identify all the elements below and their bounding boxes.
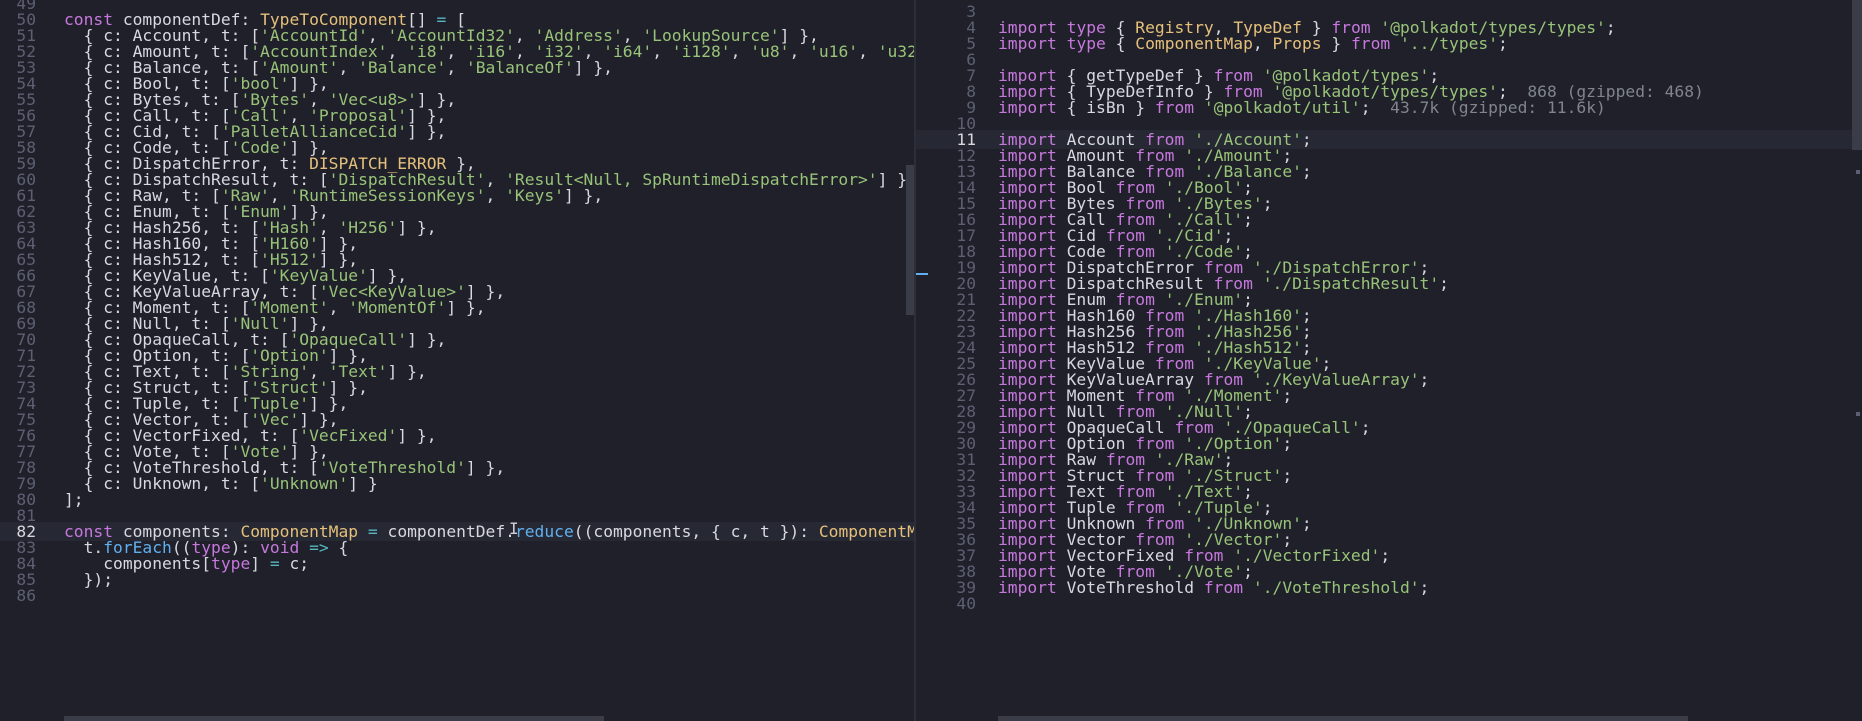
line-number: 40 — [956, 594, 976, 613]
code-line[interactable]: 86 — [0, 586, 914, 605]
overview-ruler-mark — [916, 273, 928, 275]
right-editor-pane[interactable]: 3 4 import type { Registry, TypeDef } from… — [916, 0, 1862, 721]
left-editor-pane[interactable]: 49 50 const componentDef: TypeToComponent[… — [0, 0, 914, 721]
left-scrollbar-thumb[interactable] — [906, 165, 914, 315]
text-cursor-icon: I — [509, 519, 519, 538]
code-line[interactable]: 40 — [916, 594, 1862, 613]
right-scrollbar-thumb[interactable] — [1852, 0, 1862, 150]
left-horizontal-scrollbar[interactable] — [64, 716, 604, 721]
line-number: 86 — [16, 586, 36, 605]
right-horizontal-scrollbar[interactable] — [998, 716, 1688, 721]
overview-ruler-mark — [1856, 412, 1860, 416]
overview-ruler-mark — [1856, 170, 1860, 174]
